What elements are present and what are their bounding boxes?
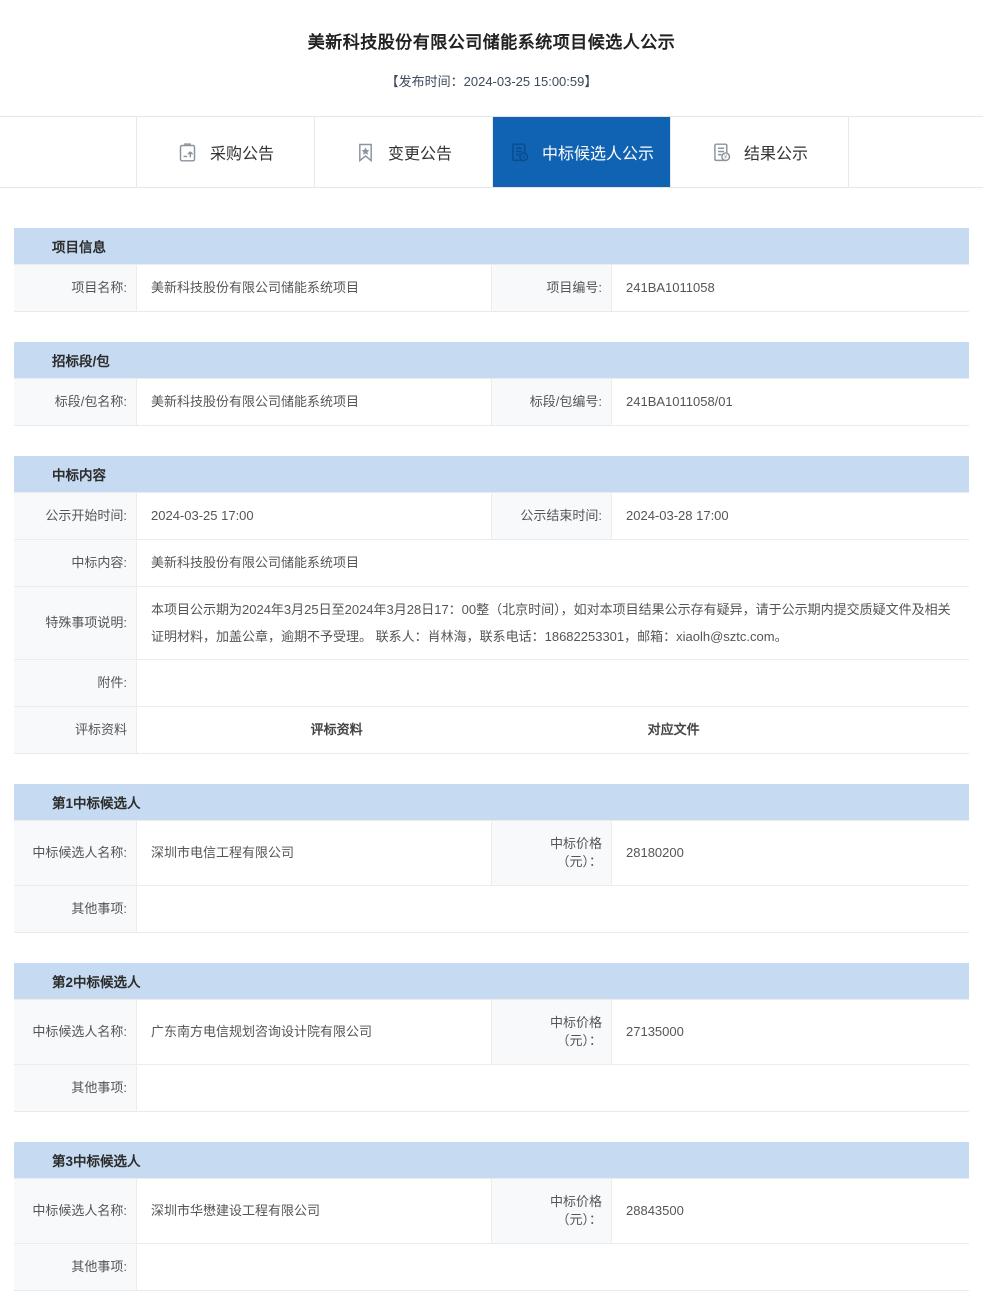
- candidate-name-label: 中标候选人名称:: [14, 1179, 137, 1243]
- publish-time: 【发布时间：2024-03-25 15:00:59】: [0, 71, 983, 90]
- tab-label: 采购公告: [210, 140, 274, 164]
- bid-price-label: 中标价格（元）：: [492, 821, 612, 885]
- doc-yen-icon: ¥: [711, 142, 732, 163]
- table-row: 附件:: [14, 659, 969, 706]
- announcement-page: 美新科技股份有限公司储能系统项目候选人公示 【发布时间：2024-03-25 1…: [0, 0, 983, 1291]
- publicity-end-label: 公示结束时间:: [492, 493, 612, 539]
- bookmark-star-icon: [355, 142, 376, 163]
- tab-bar: 采购公告 变更公告 ¥ 中标候选人公示: [0, 116, 983, 188]
- table-row: 中标候选人名称: 深圳市电信工程有限公司 中标价格（元）： 28180200: [14, 820, 969, 885]
- clipboard-arrow-icon: [177, 142, 198, 163]
- package-name-label: 标段/包名称:: [14, 379, 137, 425]
- table-row: 中标候选人名称: 广东南方电信规划咨询设计院有限公司 中标价格（元）： 2713…: [14, 999, 969, 1064]
- award-content-label: 中标内容:: [14, 540, 137, 586]
- project-name-value: 美新科技股份有限公司储能系统项目: [137, 265, 492, 311]
- tab-change-announcement[interactable]: 变更公告: [315, 117, 493, 187]
- package-name-value: 美新科技股份有限公司储能系统项目: [137, 379, 492, 425]
- other-matters-label: 其他事项:: [14, 886, 137, 932]
- special-notes-value: 本项目公示期为2024年3月25日至2024年3月28日17：00整（北京时间）…: [137, 587, 969, 659]
- table-row: 中标候选人名称: 深圳市华懋建设工程有限公司 中标价格（元）： 28843500: [14, 1178, 969, 1243]
- table-row: 其他事项:: [14, 1064, 969, 1111]
- tab-label: 结果公示: [744, 140, 808, 164]
- bid-price-value: 27135000: [612, 1000, 969, 1064]
- tab-procurement-announcement[interactable]: 采购公告: [137, 117, 315, 187]
- candidate-name-value: 广东南方电信规划咨询设计院有限公司: [137, 1000, 492, 1064]
- section-header: 第2中标候选人: [14, 963, 969, 999]
- section-candidate-2: 第2中标候选人 中标候选人名称: 广东南方电信规划咨询设计院有限公司 中标价格（…: [14, 963, 969, 1112]
- candidate-name-value: 深圳市电信工程有限公司: [137, 821, 492, 885]
- publicity-start-value: 2024-03-25 17:00: [137, 493, 492, 539]
- section-bid-package: 招标段/包 标段/包名称: 美新科技股份有限公司储能系统项目 标段/包编号: 2…: [14, 342, 969, 426]
- section-header: 第3中标候选人: [14, 1142, 969, 1178]
- section-project-info: 项目信息 项目名称: 美新科技股份有限公司储能系统项目 项目编号: 241BA1…: [14, 228, 969, 312]
- other-matters-value: [137, 886, 969, 932]
- table-row: 公示开始时间: 2024-03-25 17:00 公示结束时间: 2024-03…: [14, 492, 969, 539]
- section-header: 项目信息: [14, 228, 969, 264]
- package-code-value: 241BA1011058/01: [612, 379, 969, 425]
- tab-bar-left-spacer: [0, 117, 137, 187]
- bid-price-label: 中标价格（元）：: [492, 1000, 612, 1064]
- doc-yen-icon: ¥: [509, 142, 530, 163]
- table-row: 评标资料 评标资料 对应文件: [14, 706, 969, 753]
- bid-price-label: 中标价格（元）：: [492, 1179, 612, 1243]
- tab-label: 变更公告: [388, 140, 452, 164]
- package-code-label: 标段/包编号:: [492, 379, 612, 425]
- publicity-end-value: 2024-03-28 17:00: [612, 493, 969, 539]
- award-content-value: 美新科技股份有限公司储能系统项目: [137, 540, 969, 586]
- other-matters-label: 其他事项:: [14, 1244, 137, 1290]
- table-row: 其他事项:: [14, 1243, 969, 1290]
- corresponding-file-col-header: 对应文件: [536, 721, 811, 739]
- section-header: 中标内容: [14, 456, 969, 492]
- bid-price-value: 28180200: [612, 821, 969, 885]
- table-row: 项目名称: 美新科技股份有限公司储能系统项目 项目编号: 241BA101105…: [14, 264, 969, 311]
- candidate-name-label: 中标候选人名称:: [14, 821, 137, 885]
- project-code-label: 项目编号:: [492, 265, 612, 311]
- section-candidate-3: 第3中标候选人 中标候选人名称: 深圳市华懋建设工程有限公司 中标价格（元）： …: [14, 1142, 969, 1291]
- table-row: 标段/包名称: 美新科技股份有限公司储能系统项目 标段/包编号: 241BA10…: [14, 378, 969, 425]
- eval-material-label: 评标资料: [14, 707, 137, 753]
- special-notes-label: 特殊事项说明:: [14, 587, 137, 659]
- table-row: 其他事项:: [14, 885, 969, 932]
- other-matters-value: [137, 1244, 969, 1290]
- publicity-start-label: 公示开始时间:: [14, 493, 137, 539]
- section-header: 招标段/包: [14, 342, 969, 378]
- tab-result-announcement[interactable]: ¥ 结果公示: [671, 117, 849, 187]
- candidate-name-value: 深圳市华懋建设工程有限公司: [137, 1179, 492, 1243]
- eval-material-col-header: 评标资料: [137, 721, 536, 739]
- svg-text:¥: ¥: [522, 154, 526, 160]
- section-header: 第1中标候选人: [14, 784, 969, 820]
- attachment-value: [137, 660, 969, 706]
- project-name-label: 项目名称:: [14, 265, 137, 311]
- table-row: 中标内容: 美新科技股份有限公司储能系统项目: [14, 539, 969, 586]
- project-code-value: 241BA1011058: [612, 265, 969, 311]
- tab-bar-right-spacer: [849, 117, 983, 187]
- other-matters-label: 其他事项:: [14, 1065, 137, 1111]
- page-title: 美新科技股份有限公司储能系统项目候选人公示: [0, 0, 983, 53]
- tab-winning-candidate-announcement[interactable]: ¥ 中标候选人公示: [493, 117, 671, 187]
- section-award-content: 中标内容 公示开始时间: 2024-03-25 17:00 公示结束时间: 20…: [14, 456, 969, 754]
- tab-label: 中标候选人公示: [542, 140, 654, 164]
- other-matters-value: [137, 1065, 969, 1111]
- table-row: 特殊事项说明: 本项目公示期为2024年3月25日至2024年3月28日17：0…: [14, 586, 969, 659]
- candidate-name-label: 中标候选人名称:: [14, 1000, 137, 1064]
- bid-price-value: 28843500: [612, 1179, 969, 1243]
- section-candidate-1: 第1中标候选人 中标候选人名称: 深圳市电信工程有限公司 中标价格（元）： 28…: [14, 784, 969, 933]
- attachment-label: 附件:: [14, 660, 137, 706]
- main-content: 项目信息 项目名称: 美新科技股份有限公司储能系统项目 项目编号: 241BA1…: [0, 228, 983, 1291]
- svg-text:¥: ¥: [724, 154, 728, 160]
- eval-material-table: 评标资料 对应文件: [137, 707, 969, 753]
